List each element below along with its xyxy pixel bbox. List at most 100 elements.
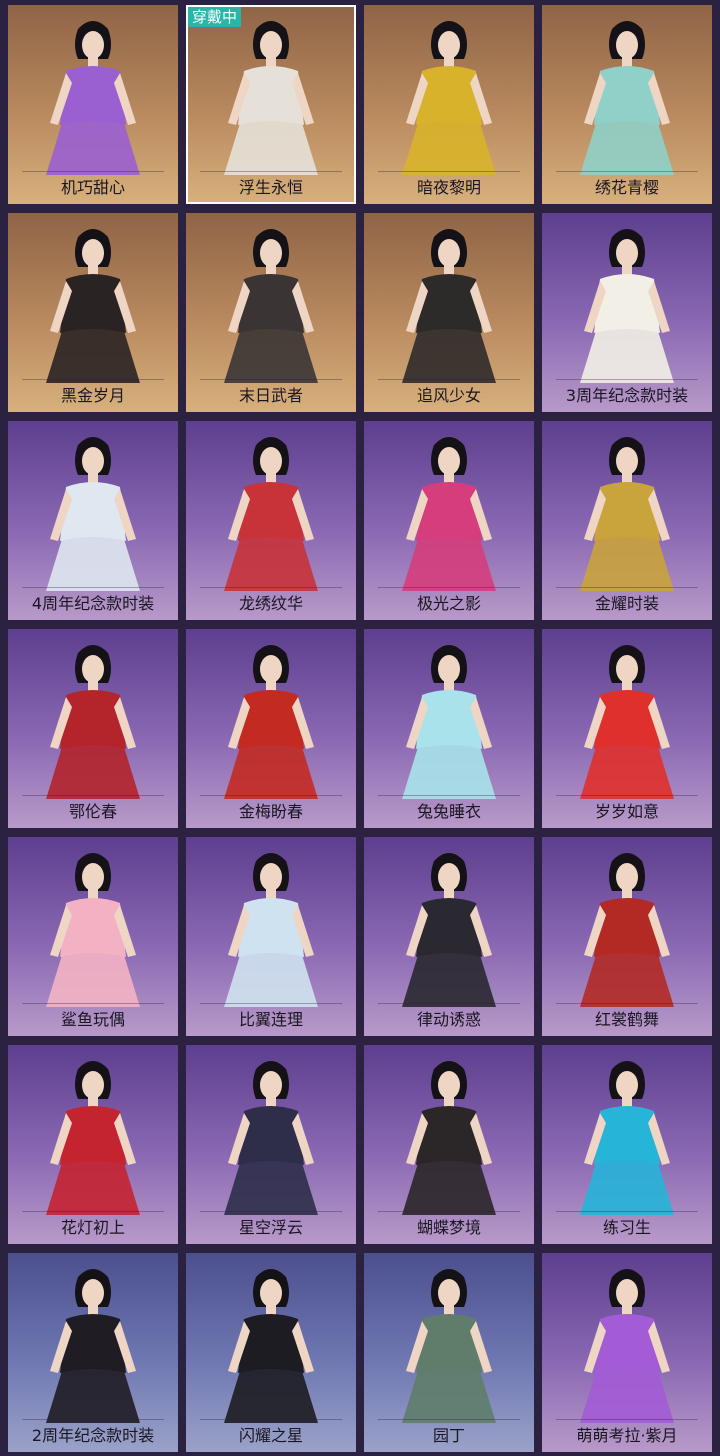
- label-divider: [556, 1003, 698, 1004]
- outfit-card[interactable]: 鲨鱼玩偶: [8, 837, 178, 1036]
- label-divider: [556, 795, 698, 796]
- character-portrait: [46, 1269, 140, 1423]
- character-portrait: [402, 229, 496, 383]
- label-divider: [556, 1211, 698, 1212]
- label-divider: [22, 587, 164, 588]
- outfit-card[interactable]: 2周年纪念款时装: [8, 1253, 178, 1452]
- outfit-name: 暗夜黎明: [416, 178, 481, 197]
- label-divider: [378, 171, 520, 172]
- label-divider: [378, 1003, 520, 1004]
- character-portrait: [580, 853, 674, 1007]
- label-divider: [200, 1003, 342, 1004]
- outfit-name: 园丁: [432, 1426, 465, 1445]
- outfit-name: 金梅盼春: [238, 802, 303, 821]
- label-divider: [22, 795, 164, 796]
- outfit-name: 3周年纪念款时装: [565, 386, 689, 405]
- outfit-grid: 机巧甜心 穿戴中 浮生永恒 暗夜黎明 绣花青樱 黑金岁月 末日武者 追风少女 3周年纪念款时装 4…: [8, 5, 712, 1452]
- outfit-name: 金耀时装: [594, 594, 659, 613]
- outfit-card[interactable]: 金耀时装: [542, 421, 712, 620]
- character-portrait: [580, 1061, 674, 1215]
- outfit-card[interactable]: 追风少女: [364, 213, 534, 412]
- outfit-name: 机巧甜心: [60, 178, 125, 197]
- label-divider: [378, 1419, 520, 1420]
- outfit-name: 星空浮云: [238, 1218, 303, 1237]
- outfit-card[interactable]: 穿戴中浮生永恒: [186, 5, 356, 204]
- character-portrait: [402, 1061, 496, 1215]
- outfit-card[interactable]: 兔兔睡衣: [364, 629, 534, 828]
- label-divider: [556, 1419, 698, 1420]
- outfit-name: 极光之影: [416, 594, 481, 613]
- outfit-card[interactable]: 红裳鹤舞: [542, 837, 712, 1036]
- character-portrait: [46, 1061, 140, 1215]
- character-portrait: [224, 1061, 318, 1215]
- character-portrait: [224, 1269, 318, 1423]
- label-divider: [200, 379, 342, 380]
- label-divider: [200, 587, 342, 588]
- outfit-card[interactable]: 4周年纪念款时装: [8, 421, 178, 620]
- character-portrait: [580, 21, 674, 175]
- label-divider: [200, 171, 342, 172]
- outfit-name: 2周年纪念款时装: [31, 1426, 155, 1445]
- label-divider: [22, 1211, 164, 1212]
- outfit-card[interactable]: 比翼连理: [186, 837, 356, 1036]
- outfit-card[interactable]: 暗夜黎明: [364, 5, 534, 204]
- outfit-card[interactable]: 黑金岁月: [8, 213, 178, 412]
- outfit-card[interactable]: 龙绣纹华: [186, 421, 356, 620]
- outfit-name: 龙绣纹华: [238, 594, 303, 613]
- outfit-name: 兔兔睡衣: [416, 802, 481, 821]
- outfit-card[interactable]: 萌萌考拉·紫月: [542, 1253, 712, 1452]
- outfit-name: 练习生: [602, 1218, 651, 1237]
- character-portrait: [46, 21, 140, 175]
- outfit-card[interactable]: 蝴蝶梦境: [364, 1045, 534, 1244]
- label-divider: [22, 379, 164, 380]
- outfit-card[interactable]: 星空浮云: [186, 1045, 356, 1244]
- outfit-card[interactable]: 极光之影: [364, 421, 534, 620]
- character-portrait: [46, 437, 140, 591]
- outfit-name: 4周年纪念款时装: [31, 594, 155, 613]
- character-portrait: [224, 229, 318, 383]
- character-portrait: [402, 21, 496, 175]
- outfit-card[interactable]: 绣花青樱: [542, 5, 712, 204]
- character-portrait: [224, 437, 318, 591]
- label-divider: [378, 379, 520, 380]
- label-divider: [200, 1419, 342, 1420]
- outfit-name: 末日武者: [238, 386, 303, 405]
- outfit-card[interactable]: 金梅盼春: [186, 629, 356, 828]
- label-divider: [22, 1003, 164, 1004]
- outfit-card[interactable]: 鄂伦春: [8, 629, 178, 828]
- label-divider: [556, 171, 698, 172]
- outfit-card[interactable]: 练习生: [542, 1045, 712, 1244]
- outfit-name: 蝴蝶梦境: [416, 1218, 481, 1237]
- outfit-name: 闪耀之星: [238, 1426, 303, 1445]
- outfit-card[interactable]: 花灯初上: [8, 1045, 178, 1244]
- label-divider: [200, 1211, 342, 1212]
- outfit-card[interactable]: 3周年纪念款时装: [542, 213, 712, 412]
- character-portrait: [46, 645, 140, 799]
- outfit-card[interactable]: 闪耀之星: [186, 1253, 356, 1452]
- character-portrait: [580, 229, 674, 383]
- outfit-name: 红裳鹤舞: [594, 1010, 659, 1029]
- label-divider: [200, 795, 342, 796]
- character-portrait: [402, 853, 496, 1007]
- label-divider: [22, 171, 164, 172]
- outfit-name: 鲨鱼玩偶: [60, 1010, 125, 1029]
- label-divider: [556, 587, 698, 588]
- outfit-card[interactable]: 园丁: [364, 1253, 534, 1452]
- character-portrait: [580, 437, 674, 591]
- character-portrait: [402, 645, 496, 799]
- outfit-card[interactable]: 律动诱惑: [364, 837, 534, 1036]
- outfit-card[interactable]: 岁岁如意: [542, 629, 712, 828]
- character-portrait: [402, 1269, 496, 1423]
- character-portrait: [224, 853, 318, 1007]
- label-divider: [556, 379, 698, 380]
- character-portrait: [46, 853, 140, 1007]
- outfit-name: 岁岁如意: [594, 802, 659, 821]
- outfit-card[interactable]: 机巧甜心: [8, 5, 178, 204]
- outfit-name: 浮生永恒: [238, 178, 303, 197]
- character-portrait: [224, 645, 318, 799]
- label-divider: [22, 1419, 164, 1420]
- outfit-name: 鄂伦春: [68, 802, 117, 821]
- outfit-card[interactable]: 末日武者: [186, 213, 356, 412]
- wearing-badge: 穿戴中: [188, 7, 242, 27]
- outfit-name: 比翼连理: [238, 1010, 303, 1029]
